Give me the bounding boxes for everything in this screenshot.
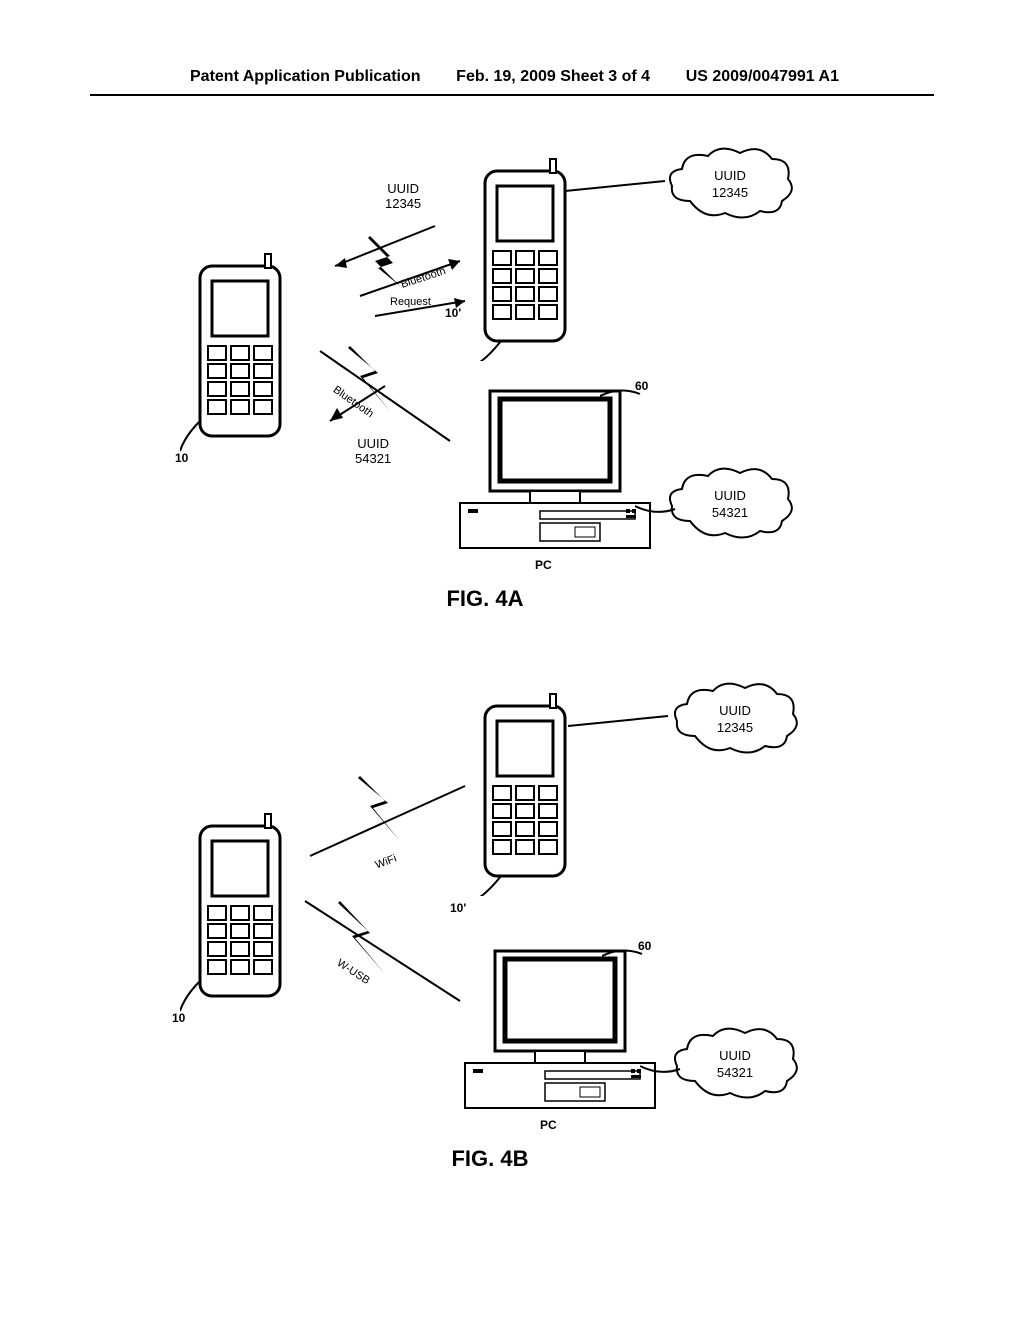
- fig-4b-label: FIG. 4B: [415, 1146, 565, 1172]
- pc-label-b: PC: [540, 1118, 557, 1132]
- cloud2-text: UUID 54321: [695, 488, 765, 522]
- header-center: Feb. 19, 2009 Sheet 3 of 4: [456, 68, 650, 86]
- connector-60: [600, 386, 650, 406]
- request-label: Request: [390, 296, 431, 308]
- pc-icon: [440, 381, 660, 561]
- ref-10-label: 10: [175, 451, 188, 465]
- connector-c2-b: [640, 1061, 690, 1081]
- uuid-bottom-label: UUID 54321: [355, 436, 391, 466]
- page-header: Patent Application Publication Feb. 19, …: [90, 0, 934, 96]
- connector-line-b: [568, 711, 678, 741]
- pc-icon-b: [445, 941, 665, 1121]
- pc-label-a: PC: [535, 558, 552, 572]
- connector-60-b: [602, 946, 652, 966]
- phone-10-icon-b: [180, 806, 300, 1016]
- connector-c2: [635, 501, 685, 521]
- header-right: US 2009/0047991 A1: [686, 68, 839, 86]
- cloud1-text: UUID 12345: [695, 168, 765, 202]
- cloud2-text-b: UUID 54321: [700, 1048, 770, 1082]
- phone-10-icon: [180, 246, 300, 456]
- connector-line: [565, 176, 675, 206]
- fig-4a-label: FIG. 4A: [410, 586, 560, 612]
- cloud1-text-b: UUID 12345: [700, 703, 770, 737]
- header-left: Patent Application Publication: [190, 68, 421, 86]
- ref-10p-label: 10': [445, 306, 461, 320]
- ref-10-label-b: 10: [172, 1011, 185, 1025]
